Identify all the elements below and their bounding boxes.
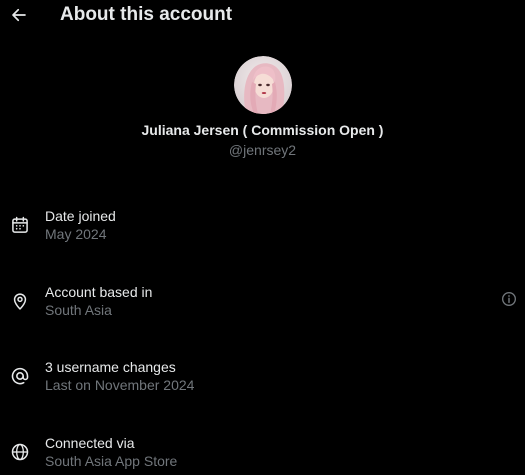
- info-icon[interactable]: [501, 291, 517, 307]
- info-row-text: Account based in South Asia: [45, 283, 152, 319]
- info-row-text: Date joined May 2024: [45, 207, 116, 243]
- info-row-title: Account based in: [45, 284, 153, 300]
- back-button[interactable]: [6, 2, 32, 28]
- calendar-icon: [12, 216, 28, 233]
- info-row-text: 3 username changes Last on November 2024: [45, 358, 194, 394]
- info-row-title: 3 username changes: [45, 359, 176, 375]
- avatar[interactable]: [233, 56, 292, 114]
- info-row-text: Connected via South Asia App Store: [45, 434, 177, 470]
- page-title: About this account: [60, 4, 233, 25]
- info-row-date-joined: Date joined May 2024: [0, 207, 525, 247]
- username-handle: @jenrsey2: [228, 142, 297, 158]
- info-row-value: Last on November 2024: [45, 377, 195, 393]
- profile-summary: Juliana Jersen ( Commission Open ) @jenr…: [0, 56, 525, 158]
- info-row-title: Date joined: [45, 208, 116, 224]
- info-row-value: May 2024: [45, 226, 107, 242]
- at-sign-icon: [11, 367, 29, 385]
- location-pin-icon: [13, 293, 27, 310]
- info-row-value: South Asia App Store: [45, 453, 178, 469]
- info-row-username-changes: 3 username changes Last on November 2024: [0, 358, 525, 398]
- info-row-title: Connected via: [45, 435, 135, 451]
- info-row-connected-via: Connected via South Asia App Store: [0, 434, 525, 474]
- info-row-value: South Asia: [45, 302, 112, 318]
- info-row-account-based-in: Account based in South Asia: [0, 283, 525, 323]
- globe-icon: [11, 443, 29, 461]
- back-arrow-icon: [12, 8, 26, 22]
- header-bar: About this account: [0, 0, 525, 34]
- display-name: Juliana Jersen ( Commission Open ): [141, 122, 384, 138]
